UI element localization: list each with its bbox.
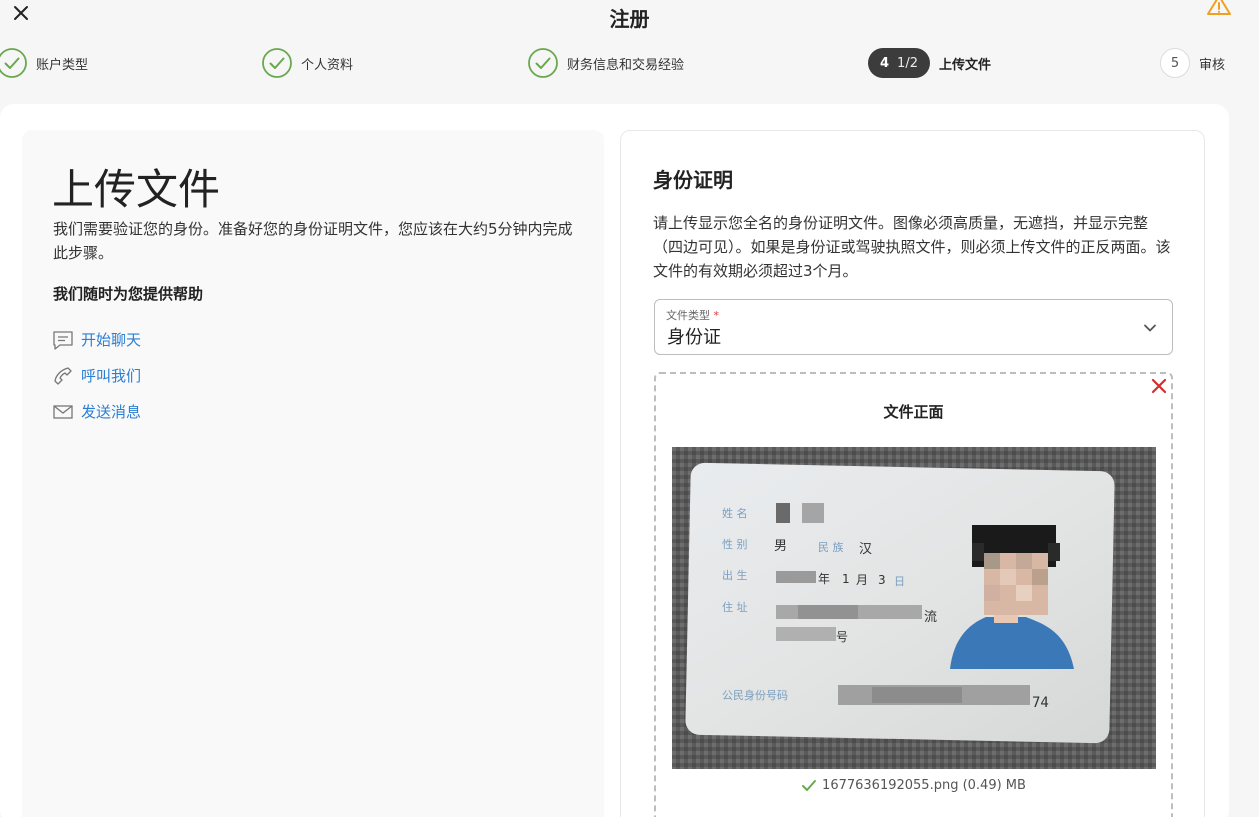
start-chat-link[interactable]: 开始聊天 xyxy=(52,329,141,350)
document-type-value: 身份证 xyxy=(667,327,721,348)
link-label: 开始聊天 xyxy=(81,331,142,349)
step-personal-info: 个人资料 xyxy=(262,48,353,78)
card-birth-month-suffix: 月 xyxy=(856,573,868,587)
card-address-label: 住 址 xyxy=(722,600,748,614)
chevron-down-icon xyxy=(1144,324,1156,332)
progress-stepper: 账户类型 个人资料 财务信息和交易经验 4 1/2 上传文件 5 审核 xyxy=(0,45,1259,83)
document-type-select[interactable]: 文件类型 * 身份证 xyxy=(654,299,1173,355)
check-circle-icon xyxy=(262,48,292,78)
id-proof-description: 请上传显示您全名的身份证明文件。图像必须高质量，无遮挡，并显示完整（四边可见）。… xyxy=(653,214,1171,280)
uploaded-file-info: 1677636192055.png (0.49) MB xyxy=(656,778,1171,793)
step-substep: 1/2 xyxy=(897,55,918,71)
step-label: 财务信息和交易经验 xyxy=(567,57,685,73)
top-bar: 注册 xyxy=(0,0,1259,32)
card-birth-month: 1 xyxy=(842,572,850,586)
step-active-badge: 4 1/2 xyxy=(868,48,930,78)
section-title: 上传文件 xyxy=(52,165,221,214)
uploaded-id-photo: 姓 名 性 别 男 民 族 汉 出 生 年 1 月 3 日 住 址 流 号 公民… xyxy=(672,447,1156,769)
card-sex-value: 男 xyxy=(774,539,787,554)
card-id-label: 公民身份号码 xyxy=(722,688,788,702)
page-title: 注册 xyxy=(609,7,650,31)
card-ethnic-value: 汉 xyxy=(859,542,872,557)
remove-file-icon[interactable] xyxy=(1149,376,1169,396)
card-ethnic-label: 民 族 xyxy=(818,540,844,554)
card-birth-label: 出 生 xyxy=(722,568,748,582)
card-address-fragment2: 号 xyxy=(836,630,848,644)
step-label: 账户类型 xyxy=(36,57,89,73)
check-circle-icon xyxy=(528,48,558,78)
step-upload-documents: 4 1/2 上传文件 xyxy=(868,48,991,78)
id-card-photo: 姓 名 性 别 男 民 族 汉 出 生 年 1 月 3 日 住 址 流 号 公民… xyxy=(672,447,1156,769)
link-label: 发送消息 xyxy=(81,403,142,421)
help-title: 我们随时为您提供帮助 xyxy=(53,285,204,303)
id-proof-panel: 身份证明 请上传显示您全名的身份证明文件。图像必须高质量，无遮挡，并显示完整（四… xyxy=(620,130,1205,817)
check-circle-icon xyxy=(0,48,27,78)
step-label: 上传文件 xyxy=(938,57,991,73)
front-upload-area[interactable]: 文件正面 姓 名 性 别 男 民 族 汉 出 生 年 1 月 3 日 住 址 流… xyxy=(654,372,1173,817)
step-account-type: 账户类型 xyxy=(0,48,88,78)
upload-side-title: 文件正面 xyxy=(883,403,944,421)
document-type-label: 文件类型 * xyxy=(666,307,719,323)
card-birth-day: 3 xyxy=(878,573,886,587)
id-proof-title: 身份证明 xyxy=(653,168,733,192)
step-review: 5 审核 xyxy=(1160,48,1225,78)
document-type-label-text: 文件类型 xyxy=(666,309,710,322)
card-birth-year-suffix: 年 xyxy=(818,572,830,586)
step-number: 4 xyxy=(880,55,890,71)
warning-icon[interactable] xyxy=(1207,0,1231,16)
chat-icon xyxy=(53,330,73,350)
help-panel: 上传文件 我们需要验证您的身份。准备好您的身份证明文件，您应该在大约5分钟内完成… xyxy=(22,130,604,817)
card-birth-day-suffix: 日 xyxy=(894,575,905,588)
card-name-label: 姓 名 xyxy=(722,506,748,520)
phone-icon xyxy=(54,366,72,385)
check-icon xyxy=(802,779,817,791)
step-label: 审核 xyxy=(1199,57,1226,73)
required-mark: * xyxy=(713,309,720,322)
call-us-link[interactable]: 呼叫我们 xyxy=(52,365,141,386)
step-number: 5 xyxy=(1160,48,1190,78)
step-label: 个人资料 xyxy=(301,57,354,73)
card-address-fragment: 流 xyxy=(924,610,937,625)
send-message-link[interactable]: 发送消息 xyxy=(52,401,141,422)
link-label: 呼叫我们 xyxy=(81,367,142,385)
card-sex-label: 性 别 xyxy=(722,537,748,551)
card-id-suffix: 74 xyxy=(1032,695,1049,711)
file-name: 1677636192055.png (0.49) MB xyxy=(822,778,1026,793)
mail-icon xyxy=(53,404,73,419)
step-financial-info: 财务信息和交易经验 xyxy=(528,48,684,78)
section-description: 我们需要验证您的身份。准备好您的身份证明文件，您应该在大约5分钟内完成此步骤。 xyxy=(53,220,573,262)
